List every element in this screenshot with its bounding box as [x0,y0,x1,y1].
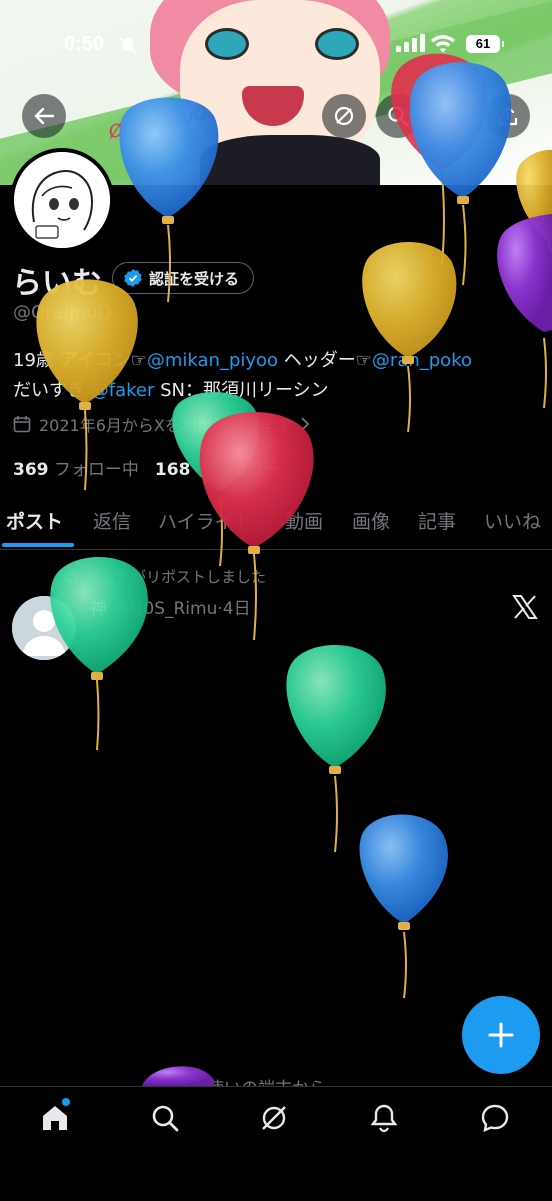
followers-count: 168 [154,460,191,480]
profile-bio: 19歳 アイコン☞@mikan_piyoo ヘッダー☞@ran_poko だいす… [13,346,543,406]
default-avatar-icon [12,596,76,660]
post-author-avatar[interactable] [12,596,76,660]
back-button[interactable] [22,94,66,138]
balloon [286,645,386,853]
compose-button[interactable] [462,996,540,1074]
bell-icon[interactable] [369,1103,399,1133]
follow-stats: 369 フォロー中 168 フォロワー [13,455,281,480]
following-label: フォロー中 [53,460,139,480]
tab-likes[interactable]: いいね [484,507,541,534]
repost-indicator: あなたがリポストしました [62,566,266,587]
bio-mention-link[interactable]: @faker [91,380,155,401]
share-icon [498,105,518,126]
search-icon [388,106,409,127]
get-verified-button[interactable]: 認証を受ける [112,262,255,294]
tab-videos[interactable]: 動画 [285,507,323,534]
search-icon[interactable] [150,1103,180,1133]
following-link[interactable]: 369 フォロー中 [13,455,139,480]
message-icon[interactable] [480,1103,510,1133]
active-tab-indicator [2,543,74,547]
x-logo-icon[interactable] [512,594,538,620]
status-bar: 0:50 61 [0,0,552,90]
avatar-sketch-image [14,152,110,248]
profile-tabs: ポスト 返信 ハイライト 動画 画像 記事 いいね [0,497,552,550]
chevron-right-icon [301,417,310,431]
bio-text-4: SN：那須川リーシン [154,380,329,401]
plus-icon [488,1022,514,1048]
bio-text-3: だいすき [13,380,91,401]
arrow-left-icon [34,107,55,125]
battery-indicator: 61 [466,35,504,53]
grok-icon[interactable] [259,1103,289,1133]
tab-media[interactable]: 画像 [352,507,390,534]
home-notification-dot [62,1098,70,1106]
bio-mention-link[interactable]: @mikan_piyoo [147,350,278,371]
bio-mention-link[interactable]: @ran_poko [372,350,472,371]
balloon [359,814,448,999]
cellular-signal-icon [396,34,425,52]
repost-label: あなたがリポストしました [86,568,267,586]
followers-link[interactable]: 168 フォロワー [155,455,281,480]
get-verified-label: 認証を受ける [149,269,240,288]
bio-text-2: ヘッダー☞ [278,350,372,371]
post-meta: 神 @Q0S_Rimu·4日 [90,594,251,619]
bottom-navigation [0,1086,552,1201]
grok-button[interactable] [322,94,366,138]
followers-label: フォロワー [195,460,281,480]
grok-icon [334,106,354,126]
profile-name: らいむ [12,266,102,301]
banner-collar [200,135,380,185]
wifi-icon [431,35,455,53]
share-button[interactable] [486,94,530,138]
tab-posts[interactable]: ポスト [6,507,63,534]
profile-avatar[interactable] [10,148,114,252]
post-time: 4日 [222,599,251,619]
profile-handle: @QraimuQ [13,302,112,323]
joined-date-text: 2021年6月からXを利用しています [39,416,293,435]
following-count: 369 [13,460,49,480]
post-author-name[interactable]: 神 [90,599,107,619]
bio-text-1: 19歳 アイコン☞ [13,350,147,371]
home-icon[interactable] [40,1103,70,1133]
calendar-icon [13,416,31,433]
status-time: 0:50 [64,33,105,55]
tab-highlights[interactable]: ハイライト [158,507,253,534]
tab-replies[interactable]: 返信 [93,507,131,534]
silent-bell-icon [119,37,137,55]
repost-icon [65,568,77,585]
tab-articles[interactable]: 記事 [418,507,456,534]
verified-badge-icon [124,269,142,287]
search-button[interactable] [376,94,420,138]
post-author-handle[interactable]: @Q0S_Rimu [113,599,217,619]
joined-date-row[interactable]: 2021年6月からXを利用しています [13,412,310,436]
